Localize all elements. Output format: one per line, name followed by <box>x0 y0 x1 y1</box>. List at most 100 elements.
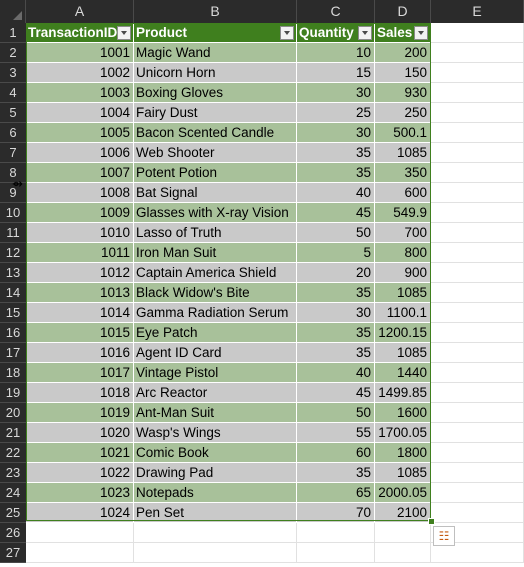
table-cell[interactable]: 1010 <box>26 223 134 243</box>
table-cell[interactable]: 1002 <box>26 63 134 83</box>
table-cell[interactable]: Gamma Radiation Serum <box>134 303 297 323</box>
table-cell[interactable]: 55 <box>297 423 375 443</box>
table-cell[interactable]: 1024 <box>26 503 134 523</box>
empty-cell[interactable] <box>431 423 524 443</box>
table-cell[interactable]: 900 <box>375 263 431 283</box>
table-cell[interactable]: 20 <box>297 263 375 283</box>
table-cell[interactable]: Wasp's Wings <box>134 423 297 443</box>
empty-cell[interactable] <box>431 143 524 163</box>
empty-cell[interactable] <box>297 543 375 563</box>
table-cell[interactable]: 1600 <box>375 403 431 423</box>
table-cell[interactable]: 500.1 <box>375 123 431 143</box>
row-header-2[interactable]: 2 <box>0 43 26 63</box>
empty-cell[interactable] <box>431 383 524 403</box>
table-cell[interactable]: 1005 <box>26 123 134 143</box>
row-header-26[interactable]: 26 <box>0 523 26 543</box>
table-cell[interactable]: 150 <box>375 63 431 83</box>
empty-cell[interactable] <box>26 523 134 543</box>
row-header-13[interactable]: 13 <box>0 263 26 283</box>
table-cell[interactable]: 1019 <box>26 403 134 423</box>
empty-cell[interactable] <box>431 23 524 43</box>
table-cell[interactable]: 1023 <box>26 483 134 503</box>
table-cell[interactable]: 35 <box>297 283 375 303</box>
column-header-e[interactable]: E <box>431 0 524 23</box>
table-cell[interactable]: 45 <box>297 203 375 223</box>
table-cell[interactable]: 1012 <box>26 263 134 283</box>
empty-cell[interactable] <box>431 263 524 283</box>
table-cell[interactable]: 35 <box>297 323 375 343</box>
table-cell[interactable]: 1008 <box>26 183 134 203</box>
table-cell[interactable]: Black Widow's Bite <box>134 283 297 303</box>
table-cell[interactable]: 700 <box>375 223 431 243</box>
row-header-19[interactable]: 19 <box>0 383 26 403</box>
empty-cell[interactable] <box>431 163 524 183</box>
row-header-7[interactable]: 7 <box>0 143 26 163</box>
table-cell[interactable]: Potent Potion <box>134 163 297 183</box>
table-cell[interactable]: Magic Wand <box>134 43 297 63</box>
table-cell[interactable]: 1017 <box>26 363 134 383</box>
table-cell[interactable]: Pen Set <box>134 503 297 523</box>
row-header-25[interactable]: 25 <box>0 503 26 523</box>
table-cell[interactable]: 5 <box>297 243 375 263</box>
table-cell[interactable]: 1018 <box>26 383 134 403</box>
table-cell[interactable]: Glasses with X-ray Vision <box>134 203 297 223</box>
table-cell[interactable]: Eye Patch <box>134 323 297 343</box>
table-cell[interactable]: 350 <box>375 163 431 183</box>
row-header-12[interactable]: 12 <box>0 243 26 263</box>
empty-cell[interactable] <box>431 343 524 363</box>
table-cell[interactable]: 30 <box>297 303 375 323</box>
filter-dropdown-icon[interactable] <box>358 26 372 40</box>
row-header-23[interactable]: 23 <box>0 463 26 483</box>
table-cell[interactable]: Fairy Dust <box>134 103 297 123</box>
row-header-5[interactable]: 5 <box>0 103 26 123</box>
table-cell[interactable]: Arc Reactor <box>134 383 297 403</box>
empty-cell[interactable] <box>431 543 524 563</box>
empty-cell[interactable] <box>431 323 524 343</box>
empty-cell[interactable] <box>431 243 524 263</box>
row-header-3[interactable]: 3 <box>0 63 26 83</box>
table-cell[interactable]: Notepads <box>134 483 297 503</box>
select-all-button[interactable] <box>0 0 26 23</box>
table-cell[interactable]: 1016 <box>26 343 134 363</box>
table-cell[interactable]: 1009 <box>26 203 134 223</box>
table-cell[interactable]: 70 <box>297 503 375 523</box>
table-cell[interactable]: Ant-Man Suit <box>134 403 297 423</box>
table-cell[interactable]: Bat Signal <box>134 183 297 203</box>
table-cell[interactable]: 1014 <box>26 303 134 323</box>
empty-cell[interactable] <box>431 223 524 243</box>
row-header-1[interactable]: 1 <box>0 23 26 43</box>
table-cell[interactable]: 30 <box>297 123 375 143</box>
table-cell[interactable]: Drawing Pad <box>134 463 297 483</box>
table-cell[interactable]: 1015 <box>26 323 134 343</box>
table-cell[interactable]: 1006 <box>26 143 134 163</box>
empty-cell[interactable] <box>431 303 524 323</box>
table-cell[interactable]: 1001 <box>26 43 134 63</box>
row-header-16[interactable]: 16 <box>0 323 26 343</box>
empty-cell[interactable] <box>431 483 524 503</box>
table-cell[interactable]: 1003 <box>26 83 134 103</box>
table-cell[interactable]: 1440 <box>375 363 431 383</box>
empty-cell[interactable] <box>297 523 375 543</box>
empty-cell[interactable] <box>134 543 297 563</box>
table-cell[interactable]: 40 <box>297 363 375 383</box>
fill-handle[interactable] <box>428 518 435 525</box>
row-header-6[interactable]: 6 <box>0 123 26 143</box>
empty-cell[interactable] <box>375 543 431 563</box>
table-cell[interactable]: 1499.85 <box>375 383 431 403</box>
empty-cell[interactable] <box>375 523 431 543</box>
table-cell[interactable]: 10 <box>297 43 375 63</box>
filter-dropdown-icon[interactable] <box>414 26 428 40</box>
table-cell[interactable]: 40 <box>297 183 375 203</box>
row-header-17[interactable]: 17 <box>0 343 26 363</box>
table-cell[interactable]: 15 <box>297 63 375 83</box>
table-cell[interactable]: Lasso of Truth <box>134 223 297 243</box>
row-header-15[interactable]: 15 <box>0 303 26 323</box>
empty-cell[interactable] <box>431 443 524 463</box>
table-cell[interactable]: Captain America Shield <box>134 263 297 283</box>
row-header-18[interactable]: 18 <box>0 363 26 383</box>
column-header-d[interactable]: D <box>375 0 431 23</box>
table-cell[interactable]: 30 <box>297 83 375 103</box>
empty-cell[interactable] <box>431 83 524 103</box>
empty-cell[interactable] <box>431 203 524 223</box>
row-header-27[interactable]: 27 <box>0 543 26 563</box>
